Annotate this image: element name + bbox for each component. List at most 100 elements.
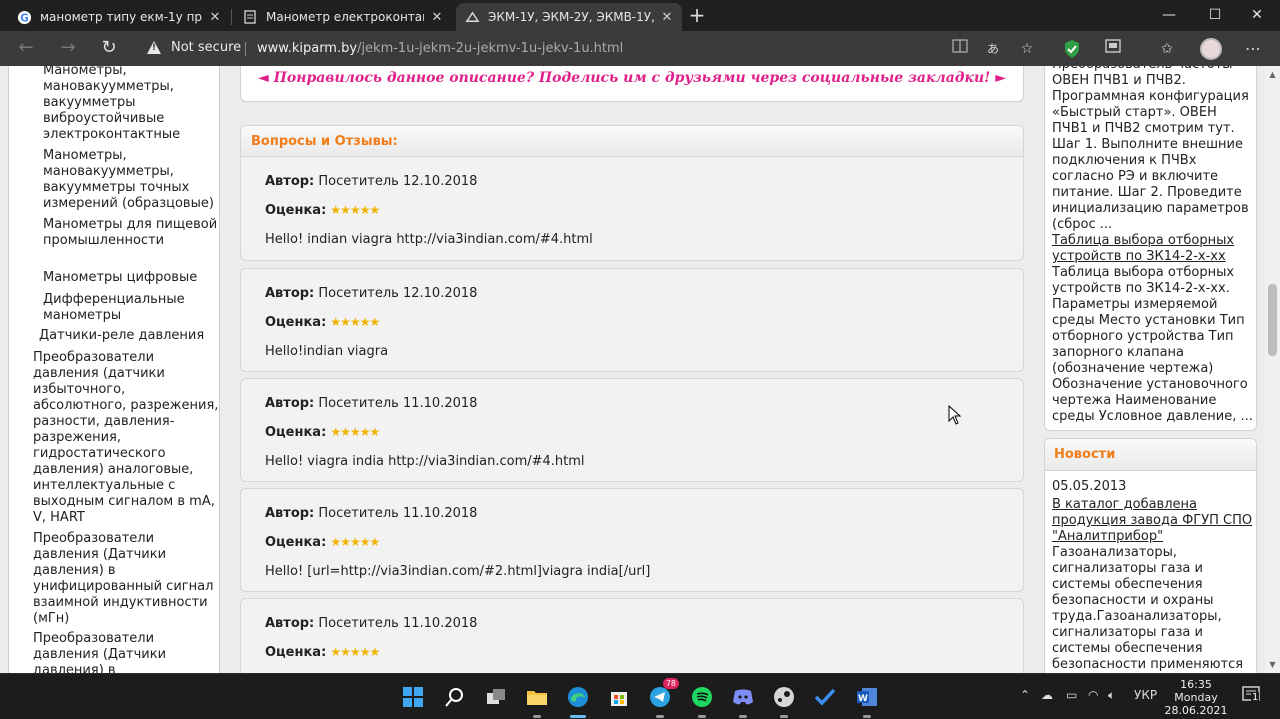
author-label: Автор:	[265, 616, 315, 631]
review-author: Посетитель 11.10.2018	[318, 616, 478, 631]
word-icon[interactable]: W	[852, 682, 882, 718]
review-author: Посетитель 12.10.2018	[318, 174, 478, 189]
telegram-icon[interactable]: 78	[645, 678, 679, 718]
right-sidebar: Преобразователь частоты ОВЕН ПЧВ1 и ПЧВ2…	[1044, 66, 1265, 673]
news-text: Газоанализаторы, сигнализаторы газа и си…	[1052, 545, 1244, 672]
translate-icon[interactable]: あ	[983, 39, 1003, 59]
news-date: 05.05.2013	[1052, 479, 1127, 494]
scroll-up-icon[interactable]: ▲	[1268, 70, 1277, 79]
star-rating-icon: ★★★★★	[330, 645, 380, 659]
page-viewport: Манометры, мановакуумметры, вакуумметры …	[0, 66, 1280, 673]
show-hidden-icons-icon[interactable]: ⌃	[1020, 688, 1030, 702]
article-link[interactable]: Таблица выбора отборных устройств по ЗК1…	[1052, 233, 1234, 264]
news-content: 05.05.2013 В каталог добавлена продукция…	[1052, 479, 1254, 673]
url-host: www.kiparm.by	[257, 41, 358, 56]
start-button[interactable]	[398, 682, 428, 712]
reload-icon[interactable]: ↻	[97, 37, 121, 61]
wifi-icon[interactable]: ◠	[1088, 688, 1098, 702]
menu-item[interactable]: Преобразователи давления (датчики избыто…	[33, 350, 219, 526]
volume-icon[interactable]: 🔈︎	[1108, 688, 1115, 703]
new-tab-button[interactable]: +	[686, 4, 708, 26]
share-banner[interactable]: ◄ Понравилось данное описание? Поделись …	[241, 70, 1023, 86]
news-title: Новости	[1054, 447, 1116, 462]
tab-1[interactable]: G манометр типу екм-1у принци ✕	[8, 3, 230, 31]
battery-icon[interactable]: ▭	[1066, 688, 1077, 702]
favorites-icon[interactable]: ✩	[1157, 39, 1177, 59]
forward-arrow-icon[interactable]: →	[56, 37, 80, 61]
language-indicator[interactable]: УКР	[1134, 688, 1157, 702]
menu-item[interactable]: Дифференциальные манометры	[43, 292, 219, 324]
profile-avatar[interactable]	[1200, 38, 1222, 60]
star-rating-icon: ★★★★★	[330, 535, 380, 549]
review-author: Посетитель 11.10.2018	[318, 506, 478, 521]
todo-icon[interactable]	[810, 682, 840, 712]
scroll-down-icon[interactable]: ▼	[1268, 660, 1277, 669]
articles-content: Преобразователь частоты ОВЕН ПЧВ1 и ПЧВ2…	[1052, 66, 1254, 427]
author-label: Автор:	[265, 174, 315, 189]
review-card: Автор: Посетитель 11.10.2018 Оценка: ★★★…	[240, 488, 1024, 592]
rating-label: Оценка:	[265, 645, 327, 660]
security-label: Not secure	[171, 40, 242, 55]
discord-icon[interactable]	[728, 682, 758, 718]
back-arrow-icon[interactable]: ←	[14, 37, 38, 61]
main-content: ◄ Понравилось данное описание? Поделись …	[220, 66, 1044, 673]
menu-item[interactable]: Датчики-реле давления	[39, 328, 225, 344]
menu-item[interactable]: Манометры цифровые	[43, 270, 219, 286]
address-field[interactable]: www.kiparm.by/jekm-1u-jekm-2u-jekmv-1u-j…	[257, 41, 623, 56]
warning-icon	[147, 41, 161, 54]
page-scrollbar[interactable]: ▲ ▼	[1265, 66, 1280, 673]
menu-item[interactable]: Манометры, мановакуумметры, вакуумметры …	[43, 148, 219, 212]
menu-item[interactable]: Преобразователи давления (Датчики давлен…	[33, 631, 219, 673]
telegram-badge: 78	[662, 678, 679, 689]
onedrive-icon[interactable]: ☁	[1041, 688, 1053, 702]
site-favicon-icon	[464, 9, 480, 25]
maximize-button[interactable]: ☐	[1192, 0, 1238, 31]
store-icon[interactable]	[604, 682, 634, 712]
tab-1-title: манометр типу екм-1у принци	[40, 10, 202, 24]
security-indicator[interactable]: Not secure	[147, 40, 241, 55]
close-icon[interactable]: ✕	[430, 10, 444, 25]
shield-icon[interactable]	[1063, 39, 1081, 59]
menu-item[interactable]: Манометры, мановакуумметры, вакуумметры …	[43, 66, 219, 143]
browser-toolbar: ← → ↻ Not secure www.kiparm.by/jekm-1u-j…	[0, 31, 1280, 66]
star-rating-icon: ★★★★★	[330, 425, 380, 439]
tab-2-title: Манометр електроконтактний	[266, 10, 424, 24]
task-view-icon[interactable]	[481, 682, 511, 712]
clock-date: 28.06.2021	[1164, 704, 1228, 717]
close-icon[interactable]: ✕	[208, 10, 222, 25]
search-icon[interactable]	[440, 682, 470, 712]
reviews-header: Вопросы и Отзывы:	[240, 125, 1024, 157]
close-icon[interactable]: ✕	[660, 10, 674, 25]
edge-browser-icon[interactable]	[563, 682, 593, 718]
review-text: Hello! viagra india http://via3indian.co…	[265, 454, 585, 469]
clock-time: 16:35	[1180, 678, 1212, 691]
steam-icon[interactable]	[769, 682, 799, 718]
close-window-button[interactable]: ✕	[1234, 0, 1280, 31]
more-menu-icon[interactable]: ⋯	[1243, 39, 1263, 59]
reader-view-icon[interactable]	[950, 39, 970, 59]
rating-label: Оценка:	[265, 425, 327, 440]
menu-item[interactable]: Преобразователи давления (Датчики давлен…	[33, 531, 219, 627]
reviews-title: Вопросы и Отзывы:	[251, 134, 398, 149]
minimize-button[interactable]: —	[1146, 0, 1192, 31]
notification-button[interactable]: 1	[1242, 686, 1260, 704]
collections-icon[interactable]	[1103, 39, 1123, 59]
news-header: Новости	[1045, 439, 1256, 471]
clock[interactable]: 16:35 Monday 28.06.2021	[1160, 678, 1232, 717]
tab-2[interactable]: Манометр електроконтактний ✕	[234, 3, 452, 31]
add-favorite-icon[interactable]: ☆	[1017, 39, 1037, 59]
review-card: Автор: Посетитель 12.10.2018 Оценка: ★★★…	[240, 157, 1024, 261]
tab-strip: G манометр типу екм-1у принци ✕ Манометр…	[0, 0, 1280, 31]
rating-label: Оценка:	[265, 203, 327, 218]
google-icon: G	[16, 9, 32, 25]
menu-item[interactable]: Манометры для пищевой промышленности	[43, 217, 219, 249]
star-rating-icon: ★★★★★	[330, 315, 380, 329]
scrollbar-thumb[interactable]	[1268, 284, 1277, 356]
author-label: Автор:	[265, 286, 315, 301]
news-link[interactable]: В каталог добавлена продукция завода ФГУ…	[1052, 497, 1252, 544]
review-card: Автор: Посетитель 11.10.2018 Оценка: ★★★…	[240, 378, 1024, 482]
rating-label: Оценка:	[265, 535, 327, 550]
spotify-icon[interactable]	[687, 682, 717, 718]
file-explorer-icon[interactable]	[522, 682, 552, 718]
tab-3-active[interactable]: ЭКМ-1У, ЭКМ-2У, ЭКМВ-1У, ЭКВ ✕	[456, 3, 682, 31]
